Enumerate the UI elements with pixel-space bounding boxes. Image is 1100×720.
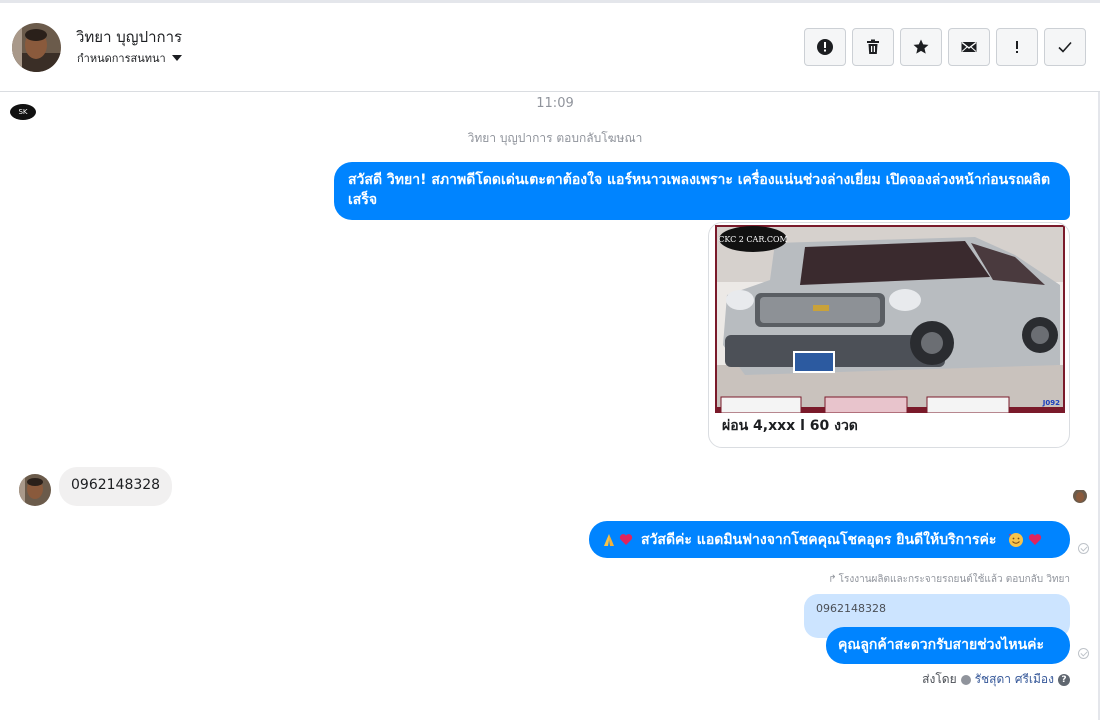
assign-label: กำหนดการสนทนา [77, 52, 166, 65]
envelope-icon [961, 41, 977, 52]
trash-icon [867, 39, 879, 54]
header-actions [804, 28, 1086, 66]
car-photo[interactable]: CKC 2 CAR.COM J092 [715, 225, 1065, 413]
smiling-hearts-emoji-icon [1009, 532, 1024, 547]
reply-arrow-icon: ↱ [828, 574, 837, 585]
outgoing-message-welcome[interactable]: สวัสดีค่ะ แอดมินฟางจากโชคคุณโชคอุดร ยินด… [589, 521, 1070, 558]
incoming-message-phone[interactable]: 0962148328 [59, 467, 173, 506]
message-timestamp: 11:09 [536, 96, 574, 111]
heart-emoji-icon [1029, 534, 1042, 545]
photo-logo-text: CKC 2 CAR.COM [718, 235, 788, 244]
assign-conversation-dropdown[interactable]: กำหนดการสนทนา [77, 49, 182, 67]
sent-by-label: ส่งโดย [922, 672, 957, 686]
sent-check-icon [1078, 648, 1089, 659]
spam-button[interactable] [804, 28, 846, 66]
welcome-text: สวัสดีค่ะ แอดมินฟางจากโชคคุณโชคอุดร ยินด… [641, 531, 997, 548]
mark-done-button[interactable] [1044, 28, 1086, 66]
delete-button[interactable] [852, 28, 894, 66]
follow-up-button[interactable] [996, 28, 1038, 66]
star-button[interactable] [900, 28, 942, 66]
photo-code: J092 [1042, 399, 1060, 407]
outgoing-message-greeting[interactable]: สวัสดี วิทยา! สภาพดีโดดเด่นเตะตาต้องใจ แ… [334, 162, 1070, 220]
outgoing-message-question[interactable]: คุณลูกค้าสะดวกรับสายช่วงไหนค่ะ [826, 627, 1070, 664]
ad-card-title: ผ่อน 4,xxx l 60 งวด [722, 418, 858, 434]
admin-avatar-icon [960, 674, 971, 685]
caret-down-icon [171, 55, 182, 61]
alert-circle-icon [817, 39, 833, 55]
exclamation-icon [1016, 41, 1018, 53]
sender-name-link[interactable]: รัชสุดา ศรีเมือง [975, 670, 1054, 689]
contact-avatar[interactable] [12, 23, 61, 72]
check-icon [1058, 41, 1072, 53]
reply-meta-text: โรงงานผลิตและกระจายรถยนต์ใช้แล้ว ตอบกลับ… [838, 574, 1070, 585]
heart-emoji-icon [619, 534, 633, 545]
contact-name: วิทยา บุญปาการ [76, 28, 183, 46]
seen-avatar [1073, 489, 1087, 503]
sent-by: ส่งโดย รัชสุดา ศรีเมือง ? [922, 670, 1070, 689]
help-icon[interactable]: ? [1058, 673, 1070, 686]
conversation-header: วิทยา บุญปาการ กำหนดการสนทนา [0, 3, 1100, 92]
ad-reply-note: วิทยา บุญปาการ ตอบกลับโฆษณา [467, 131, 643, 145]
reply-meta: ↱ โรงงานผลิตและกระจายรถยนต์ใช้แล้ว ตอบกล… [828, 572, 1070, 587]
pray-emoji-icon [604, 533, 614, 546]
contact-avatar-small[interactable] [19, 474, 51, 506]
star-icon [913, 39, 929, 54]
mark-unread-button[interactable] [948, 28, 990, 66]
ad-card[interactable]: CKC 2 CAR.COM J092 ผ่อน 4,xxx l 60 งวด [708, 222, 1070, 448]
sent-check-icon [1078, 543, 1089, 554]
